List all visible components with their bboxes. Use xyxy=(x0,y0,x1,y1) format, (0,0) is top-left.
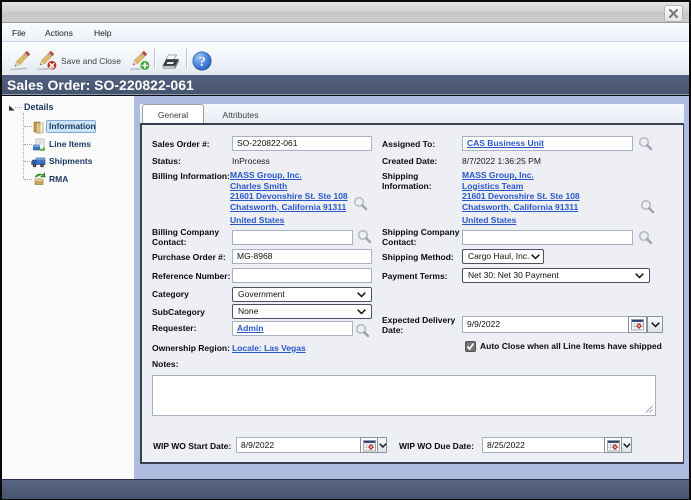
svg-text:?: ? xyxy=(199,55,206,70)
